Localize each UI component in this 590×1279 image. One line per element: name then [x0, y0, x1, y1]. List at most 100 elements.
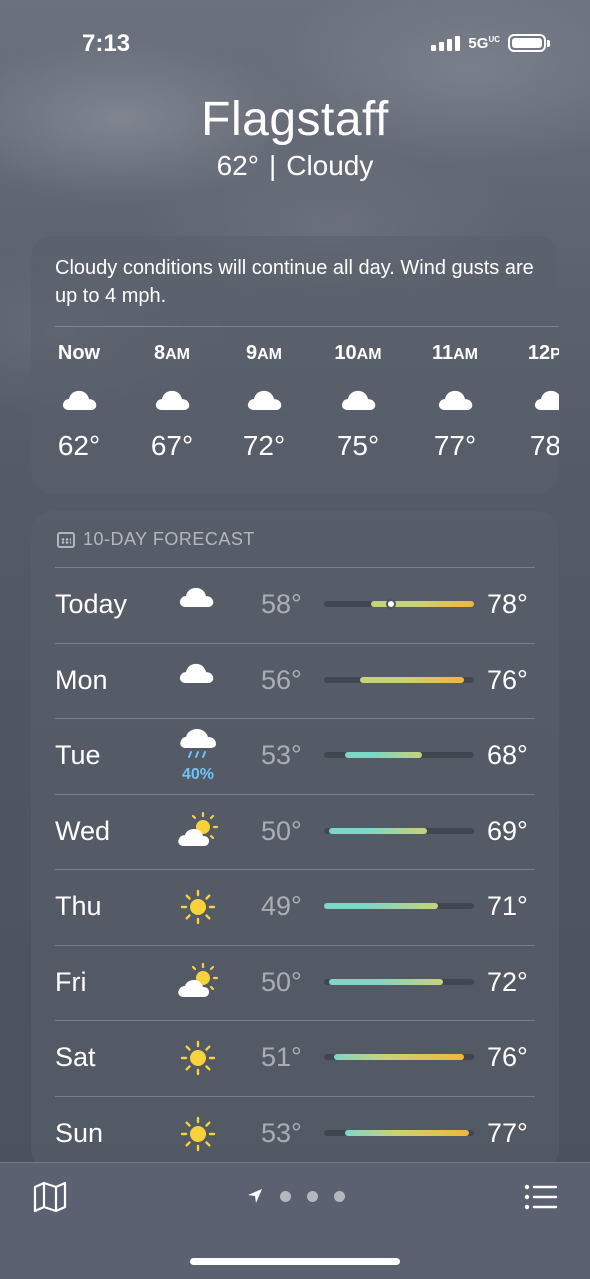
battery-icon [508, 34, 550, 52]
day-name: Fri [55, 966, 87, 997]
cloud-icon [59, 386, 99, 414]
hour-item: Now 62° [39, 342, 119, 462]
row-divider [55, 793, 535, 795]
temp-range-track [324, 1129, 474, 1136]
row-divider [55, 1095, 535, 1097]
hour-label: 11AM [431, 342, 479, 364]
high-temp: 68° [487, 740, 528, 770]
hour-item: 12PM 78° [511, 342, 559, 462]
cloud-icon [338, 386, 378, 414]
partly-sunny-icon [176, 810, 220, 854]
temp-range-bar [360, 676, 464, 683]
forecast-day-row[interactable]: Fri 50° 72° [31, 944, 559, 1020]
row-divider [55, 567, 535, 568]
day-name: Sun [55, 1117, 104, 1148]
sun-icon [176, 885, 220, 929]
low-temp: 51° [261, 1042, 302, 1072]
high-temp: 69° [487, 815, 528, 846]
temp-range-track [324, 978, 474, 985]
temp-range-bar [344, 1129, 469, 1136]
hour-label: Now [57, 342, 101, 364]
condition-text: Cloudy [286, 150, 374, 181]
calendar-icon [57, 531, 75, 548]
low-temp: 53° [261, 1117, 302, 1148]
high-temp: 72° [487, 966, 528, 997]
day-name: Thu [55, 891, 102, 921]
precip-chance: 40% [181, 766, 215, 783]
list-icon[interactable] [524, 1183, 558, 1211]
temp-range-bar [324, 903, 438, 909]
location-arrow-icon[interactable] [246, 1187, 264, 1205]
forecast-day-row[interactable]: Wed 50° 69° [31, 793, 559, 869]
low-temp: 50° [261, 815, 302, 846]
forecast-title: 10-DAY FORECAST [83, 529, 255, 549]
hour-label: 12PM [527, 342, 559, 364]
sun-icon [176, 1036, 220, 1080]
low-temp: 56° [261, 664, 302, 695]
high-temp: 76° [487, 1042, 528, 1072]
divider [55, 326, 559, 327]
row-divider [55, 1020, 535, 1021]
cloud-rain-icon [176, 726, 220, 770]
page-dot[interactable] [334, 1190, 345, 1202]
high-temp: 78° [487, 589, 528, 619]
low-temp: 58° [261, 589, 302, 619]
temp-range-bar [329, 827, 428, 834]
signal-icon [431, 35, 461, 51]
row-divider [55, 869, 535, 870]
page-indicator[interactable] [246, 1187, 345, 1205]
forecast-day-row[interactable]: Mon 56° 76° [31, 642, 559, 718]
row-divider [55, 718, 535, 719]
hour-temp: 75° [336, 430, 380, 461]
cloud-icon [244, 386, 284, 414]
sun-icon [176, 1112, 220, 1156]
temp-range-track [324, 752, 474, 758]
day-name: Today [55, 589, 128, 619]
hour-item: 9AM 72° [224, 342, 304, 462]
hour-item: 11AM 77° [415, 342, 495, 462]
cloud-icon [435, 386, 475, 414]
hour-temp: 67° [150, 430, 194, 461]
day-name: Tue [55, 740, 101, 770]
temp-range-bar [334, 1054, 464, 1060]
forecast-day-row[interactable]: Sun 53° 77° [31, 1095, 559, 1171]
high-temp: 77° [487, 1117, 528, 1148]
current-temp: 62° [216, 150, 259, 181]
day-name: Wed [55, 815, 111, 846]
forecast-day-row[interactable]: Today 58° 78° [31, 567, 559, 642]
temp-range-track [324, 827, 474, 834]
page-dot[interactable] [280, 1190, 291, 1202]
forecast-day-row[interactable]: Thu 49° 71° [31, 869, 559, 944]
forecast-day-row[interactable]: Sat 51° 76° [31, 1020, 559, 1095]
hour-item: 8AM 67° [132, 342, 212, 462]
hour-temp: 62° [57, 430, 101, 461]
temp-range-bar [329, 978, 443, 985]
page-dot[interactable] [307, 1190, 318, 1202]
home-indicator[interactable] [190, 1258, 400, 1265]
cloud-icon [531, 386, 559, 414]
row-divider [55, 642, 535, 644]
forecast-header: 10-DAY FORECAST [57, 529, 255, 550]
temp-range-track [324, 676, 474, 683]
hour-temp: 78° [529, 430, 559, 461]
high-temp: 71° [487, 891, 528, 921]
hour-label: 10AM [334, 342, 382, 364]
low-temp: 53° [261, 740, 302, 770]
row-divider [55, 944, 535, 946]
cloud-icon [176, 659, 220, 703]
map-icon[interactable] [32, 1181, 68, 1213]
current-temp-marker [386, 599, 397, 609]
hour-temp: 77° [433, 430, 477, 461]
partly-sunny-icon [176, 961, 220, 1005]
temp-range-track [324, 903, 474, 909]
hour-item: 10AM 75° [318, 342, 398, 462]
hourly-forecast-card[interactable]: Cloudy conditions will continue all day.… [31, 236, 559, 494]
temp-range-track [324, 599, 474, 609]
city-name: Flagstaff [201, 93, 389, 146]
ten-day-forecast-card[interactable]: 10-DAY FORECAST Today 58° 78° Mon 56° 76° Tue 4… [31, 511, 559, 1171]
weather-summary: Cloudy conditions will continue all day.… [55, 257, 534, 307]
forecast-day-row[interactable]: Tue 40% 53° 68° [31, 718, 559, 793]
status-time: 7:13 [82, 30, 131, 57]
day-name: Mon [55, 664, 108, 695]
cloud-icon [152, 386, 192, 414]
